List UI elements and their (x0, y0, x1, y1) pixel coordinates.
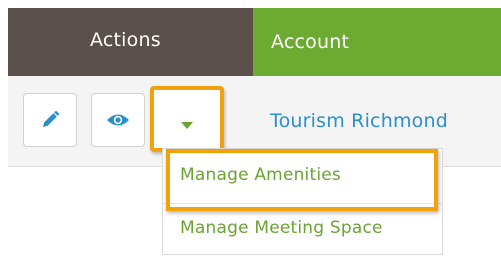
menu-item-manage-meeting-space[interactable]: Manage Meeting Space (163, 204, 442, 254)
more-actions-dropdown-button[interactable] (150, 86, 224, 152)
actions-column-header: Actions (8, 8, 253, 76)
view-button[interactable] (91, 93, 145, 147)
caret-down-icon (181, 122, 193, 129)
menu-item-manage-amenities[interactable]: Manage Amenities (163, 151, 442, 201)
menu-item-label: Manage Meeting Space (180, 218, 383, 238)
account-name-link[interactable]: Tourism Richmond (270, 110, 448, 132)
table-header: Actions Account (8, 8, 501, 76)
account-column-header: Account (253, 8, 501, 76)
eye-icon (107, 114, 129, 126)
actions-header-label: Actions (90, 29, 161, 51)
screenshot-root: Actions Account Tourism Richmond Manage … (0, 0, 501, 258)
account-header-label: Account (271, 31, 350, 53)
actions-dropdown-menu: Manage Amenities Manage Meeting Space (162, 148, 443, 255)
edit-button[interactable] (23, 93, 77, 147)
menu-item-label: Manage Amenities (180, 165, 341, 185)
pencil-icon (43, 110, 60, 127)
